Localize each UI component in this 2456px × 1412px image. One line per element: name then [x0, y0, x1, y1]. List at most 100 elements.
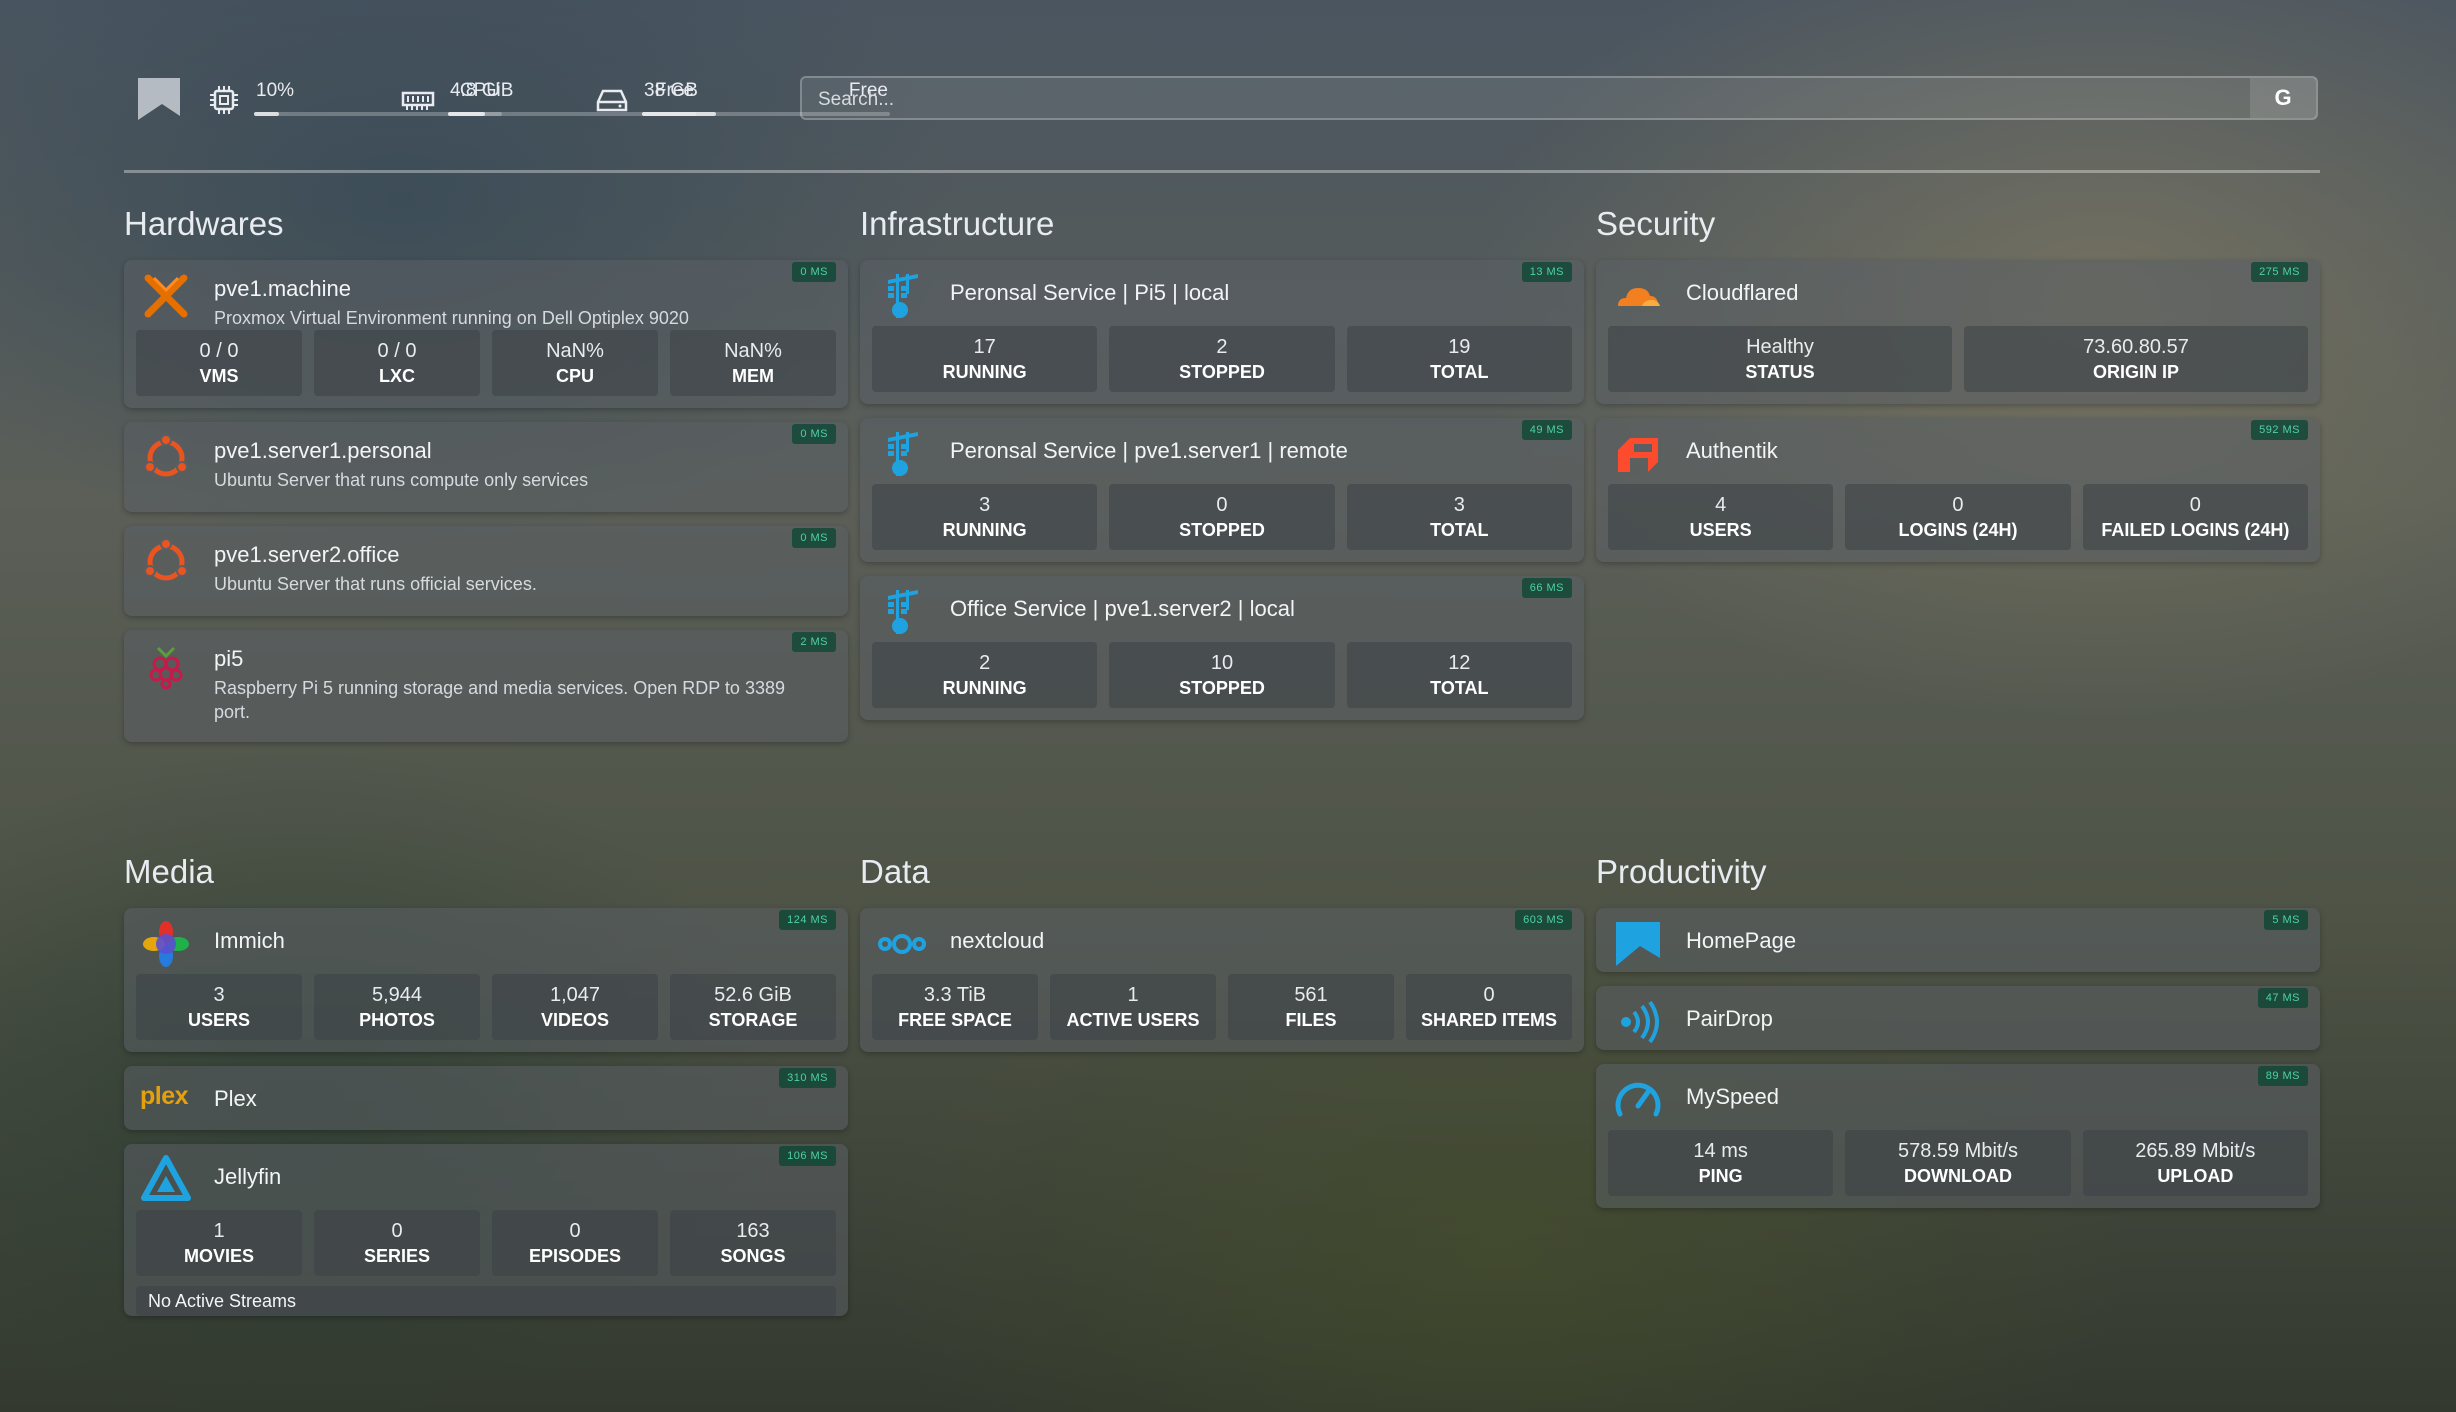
- stat-vms: 0 / 0 VMS: [136, 330, 302, 396]
- cpu-icon: [210, 86, 238, 114]
- stat-value: 19: [1448, 336, 1471, 358]
- service-card-nextcloud[interactable]: nextcloud 603 MS 3.3 TiB FREE SPACE 1 ACTI…: [860, 908, 1584, 1052]
- stat-series: 0 SERIES: [314, 1210, 480, 1276]
- service-card-pve1-server2-office[interactable]: pve1.server2.office Ubuntu Server that r…: [124, 526, 848, 616]
- stat-label: VIDEOS: [540, 1010, 610, 1030]
- ping-badge: 0 MS: [792, 528, 836, 548]
- ubuntu-icon: [140, 432, 192, 484]
- stat-label: STOPPED: [1179, 362, 1265, 382]
- service-card-pve1-machine[interactable]: pve1.machine Proxmox Virtual Environment…: [124, 260, 848, 408]
- stat-ping: 14 ms PING: [1608, 1130, 1834, 1196]
- ping-badge: 124 MS: [779, 910, 836, 930]
- stat-running: 2 RUNNING: [872, 642, 1098, 708]
- stat-value: 1: [1127, 984, 1139, 1006]
- disk-progress-fill: [642, 112, 717, 116]
- stat-label: ORIGIN IP: [2092, 362, 2179, 382]
- service-name[interactable]: HomePage: [1686, 928, 1796, 954]
- search-input[interactable]: [816, 84, 2200, 116]
- stat-label: RUNNING: [942, 362, 1027, 382]
- group-title: Infrastructure: [860, 205, 1055, 242]
- streams-status: No Active Streams: [136, 1286, 836, 1316]
- stat-value: 10: [1210, 652, 1234, 674]
- stat-label: TOTAL: [1430, 362, 1489, 382]
- memory-progress-fill: [448, 112, 486, 116]
- stat-label: ACTIVE USERS: [1066, 1010, 1200, 1030]
- stat-value: 3: [979, 494, 991, 516]
- stat-status: Healthy STATUS: [1608, 326, 1952, 392]
- speedometer-icon: [1615, 1082, 1661, 1117]
- service-card-cloudflared[interactable]: Cloudflared 275 MS Healthy STATUS 73.60.8…: [1596, 260, 2320, 404]
- stat-label: RUNNING: [942, 678, 1027, 698]
- group-security: Security Cloudflared 275 MS Healthy STATU…: [1596, 204, 2320, 576]
- service-name[interactable]: Peronsal Service | pve1.server1 | remote: [950, 438, 1348, 464]
- ping-badge: 49 MS: [1521, 420, 1572, 440]
- service-name[interactable]: pve1.server1.personal: [214, 438, 432, 464]
- disk-value: 38 GB: [644, 80, 698, 101]
- search-provider-button[interactable]: G: [2250, 78, 2316, 118]
- stat-value: 0 / 0: [377, 340, 417, 362]
- service-card-office-server2[interactable]: Office Service | pve1.server2 | local 66…: [860, 576, 1584, 720]
- service-name[interactable]: Office Service | pve1.server2 | local: [950, 596, 1295, 622]
- service-name[interactable]: pve1.server2.office: [214, 542, 399, 568]
- cpu-progress-fill: [254, 112, 279, 116]
- service-name[interactable]: Authentik: [1686, 438, 1778, 464]
- service-card-personal-pi5[interactable]: Peronsal Service | Pi5 | local 13 MS 17 R…: [860, 260, 1584, 404]
- cloudflare-icon: [1618, 288, 1660, 306]
- stat-value: 0: [1216, 494, 1228, 516]
- stat-label: LOGINS (24H): [1898, 520, 2018, 540]
- service-name[interactable]: MySpeed: [1686, 1084, 1779, 1110]
- stat-failed-logins: 0 FAILED LOGINS (24H): [2082, 484, 2308, 550]
- stat-value: 2: [979, 652, 991, 674]
- group-media: Media Immich 124 MS 3 USERS 5,944 PHOTOS 1…: [124, 852, 848, 1330]
- ping-badge: 5 MS: [2264, 910, 2308, 930]
- service-card-homepage[interactable]: HomePage 5 MS: [1596, 908, 2320, 972]
- search-box: G: [800, 76, 2318, 120]
- service-card-authentik[interactable]: Authentik 592 MS 4 USERS 0 LOGINS (24H) 0 F…: [1596, 418, 2320, 562]
- header-divider: [124, 170, 2320, 173]
- group-title: Media: [124, 853, 214, 890]
- service-card-pve1-server1-personal[interactable]: pve1.server1.personal Ubuntu Server that…: [124, 422, 848, 512]
- stat-episodes: 0 EPISODES: [492, 1210, 658, 1276]
- service-name[interactable]: pve1.machine: [214, 276, 351, 302]
- ping-badge: 13 MS: [1521, 262, 1572, 282]
- stat-value: 2: [1216, 336, 1228, 358]
- service-name[interactable]: Jellyfin: [214, 1164, 281, 1190]
- service-name[interactable]: Peronsal Service | Pi5 | local: [950, 280, 1229, 306]
- service-name[interactable]: nextcloud: [950, 928, 1044, 954]
- service-card-myspeed[interactable]: MySpeed 89 MS 14 ms PING 578.59 Mbit/s DOW…: [1596, 1064, 2320, 1208]
- stat-value: 0: [1483, 984, 1495, 1006]
- service-name[interactable]: PairDrop: [1686, 1006, 1773, 1032]
- service-name[interactable]: pi5: [214, 646, 243, 672]
- service-name[interactable]: Cloudflared: [1686, 280, 1799, 306]
- stat-label: SERIES: [363, 1246, 431, 1266]
- portainer-icon: [888, 432, 918, 476]
- stat-value: 3: [1453, 494, 1465, 516]
- service-card-plex[interactable]: plex Plex 310 MS: [124, 1066, 848, 1130]
- group-productivity: Productivity HomePage 5 MS PairDrop 47 M…: [1596, 852, 2320, 1222]
- stat-label: STORAGE: [708, 1010, 798, 1030]
- service-card-pairdrop[interactable]: PairDrop 47 MS: [1596, 986, 2320, 1050]
- stat-value: 17: [973, 336, 996, 358]
- stat-value: 3.3 TiB: [923, 984, 987, 1006]
- service-name[interactable]: Plex: [214, 1086, 257, 1112]
- memory-icon: [401, 91, 435, 110]
- ping-badge: 603 MS: [1515, 910, 1572, 930]
- service-name[interactable]: Immich: [214, 928, 285, 954]
- service-card-jellyfin[interactable]: Jellyfin 106 MS 1 MOVIES 0 SERIES 0 EPISODE…: [124, 1144, 848, 1316]
- service-card-pi5[interactable]: pi5 Raspberry Pi 5 running storage and m…: [124, 630, 848, 742]
- service-description: Raspberry Pi 5 running storage and media…: [214, 678, 785, 722]
- stat-photos: 5,944 PHOTOS: [314, 974, 480, 1040]
- service-card-immich[interactable]: Immich 124 MS 3 USERS 5,944 PHOTOS 1,047 VI…: [124, 908, 848, 1052]
- stat-value: 0: [2189, 494, 2201, 516]
- ping-badge: 47 MS: [2257, 988, 2308, 1008]
- stat-label: USERS: [1689, 520, 1752, 540]
- portainer-icon: [888, 590, 918, 634]
- stat-value: 578.59 Mbit/s: [1897, 1140, 2019, 1162]
- stat-value: 163: [736, 1220, 770, 1242]
- nextcloud-icon: [878, 934, 926, 954]
- stat-download: 578.59 Mbit/s DOWNLOAD: [1845, 1130, 2071, 1196]
- service-card-personal-server1[interactable]: Peronsal Service | pve1.server1 | remote…: [860, 418, 1584, 562]
- memory-value: 4.8 GiB: [450, 80, 514, 101]
- service-description: Ubuntu Server that runs official service…: [214, 574, 537, 594]
- ping-badge: 310 MS: [779, 1068, 836, 1088]
